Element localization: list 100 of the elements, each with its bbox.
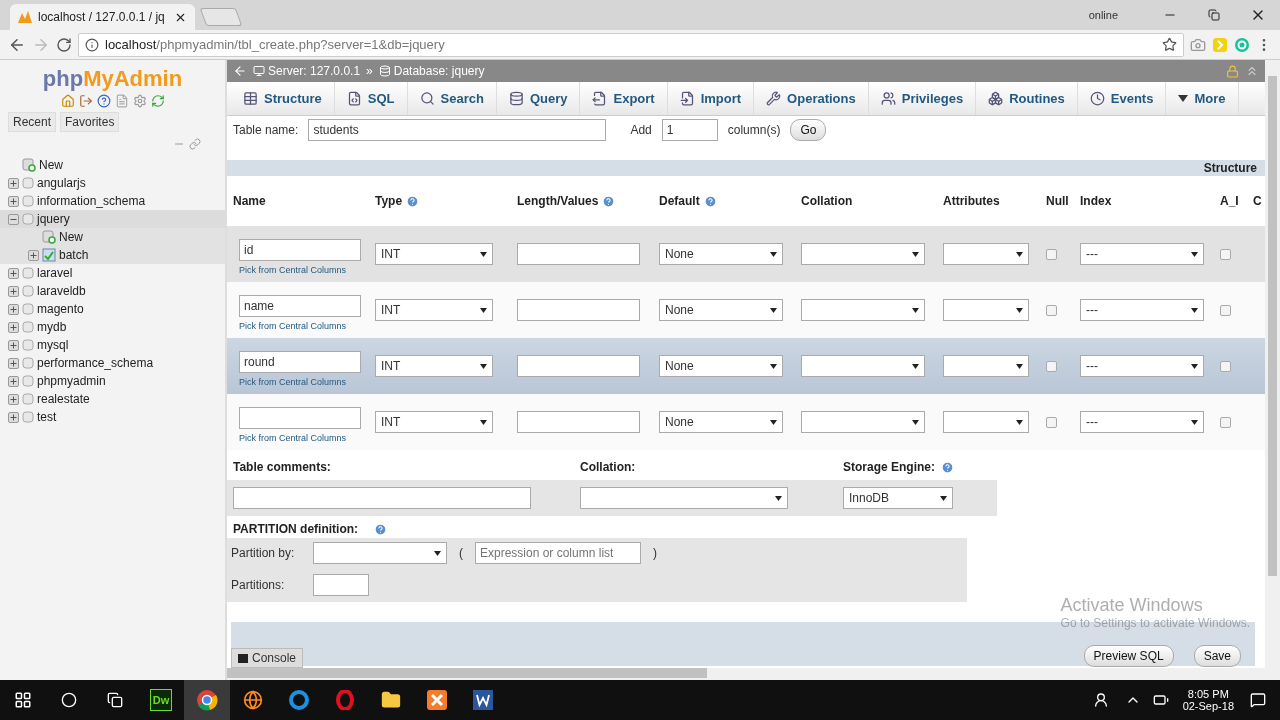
column-name-field[interactable]: id [239,239,361,261]
central-columns-link[interactable]: Pick from Central Columns [239,265,375,275]
clock-date[interactable]: 02-Sep-18 [1182,700,1234,712]
settings-icon[interactable] [132,94,147,108]
null-checkbox[interactable] [1046,416,1057,428]
partition-by-select[interactable] [313,542,447,564]
expand-icon[interactable] [8,339,19,351]
chrome-button[interactable] [184,680,230,720]
tree-item[interactable]: laravel [37,266,73,280]
sidebar-tab[interactable]: Favorites [60,112,120,132]
menu-tab[interactable]: Events [1077,82,1167,115]
table-comments-field[interactable] [233,487,531,509]
null-checkbox[interactable] [1046,304,1057,316]
collation-select[interactable] [801,411,925,433]
length-field[interactable] [517,299,640,321]
grammar-extension-icon[interactable] [1234,36,1250,53]
expand-icon[interactable] [28,249,39,261]
expand-icon[interactable] [8,321,19,333]
new-tab-button[interactable] [199,8,243,26]
home-icon[interactable] [60,94,75,108]
column-name-field[interactable]: name [239,295,361,317]
tree-item[interactable]: test [37,410,57,424]
tree-item[interactable]: laraveldb [37,284,86,298]
menu-tab[interactable]: Export [580,82,668,115]
attributes-select[interactable] [943,299,1029,321]
phpmyadmin-logo[interactable]: phpMyAdmin [0,66,225,92]
expand-icon[interactable] [8,303,19,315]
horizontal-scrollbar[interactable] [227,668,1280,680]
menu-tab[interactable]: Routines [976,82,1078,115]
expand-icon[interactable] [8,195,19,207]
tree-item[interactable]: realestate [37,392,90,406]
reload-icon[interactable] [56,36,72,53]
tree-item[interactable]: performance_schema [37,356,154,370]
scroll-top-icon[interactable] [1245,64,1259,78]
column-name-field[interactable]: round [239,351,361,373]
people-icon[interactable] [1092,692,1109,708]
collation-select[interactable] [801,355,925,377]
type-select[interactable]: INT [375,299,493,321]
collation-select[interactable] [801,243,925,265]
logout-icon[interactable] [78,94,93,108]
tree-item[interactable]: angularjs [37,176,86,190]
collapse-icon[interactable] [8,213,19,225]
tree-row[interactable]: New [0,156,225,174]
expand-icon[interactable] [8,375,19,387]
column-row[interactable]: round Pick from Central Columns INT None --- [227,338,1265,394]
tree-row[interactable]: phpmyadmin [0,372,225,390]
column-row[interactable]: name Pick from Central Columns INT None --- [227,282,1265,338]
expand-icon[interactable] [8,411,19,423]
default-select[interactable]: None [659,243,783,265]
clock-time[interactable]: 8:05 PM [1187,688,1229,700]
null-checkbox[interactable] [1046,360,1057,372]
link-icon[interactable] [189,138,201,150]
menu-tab[interactable]: Privileges [868,82,977,115]
go-button[interactable]: Go [790,119,827,141]
tree-item[interactable]: New [39,158,63,172]
tree-item[interactable]: batch [59,248,89,262]
expand-icon[interactable] [8,393,19,405]
console-tab[interactable]: Console [231,648,304,668]
save-button[interactable]: Save [1193,645,1241,667]
column-row[interactable]: Pick from Central Columns INT None --- [227,394,1265,450]
tree-item[interactable]: magento [37,302,84,316]
tree-row[interactable]: magento [0,300,225,318]
address-bar[interactable]: localhost/phpmyadmin/tbl_create.php?server=1&db=jquery [78,32,1184,57]
type-select[interactable]: INT [375,243,493,265]
tree-row[interactable]: test [0,408,225,426]
length-field[interactable] [517,243,640,265]
notifications-icon[interactable] [1250,692,1266,708]
table-collation-select[interactable] [580,487,788,509]
menu-tab[interactable]: Structure [231,82,335,115]
tree-row[interactable]: New [0,228,225,246]
central-columns-link[interactable]: Pick from Central Columns [239,433,375,443]
attributes-select[interactable] [943,355,1029,377]
bookmark-star-icon[interactable] [1162,37,1177,52]
tree-item[interactable]: New [59,230,83,244]
default-select[interactable]: None [659,355,783,377]
tree-item[interactable]: jquery [37,212,70,226]
database-link[interactable]: Database: jquery [378,64,485,78]
type-select[interactable]: INT [375,411,493,433]
central-columns-link[interactable]: Pick from Central Columns [239,377,375,387]
tree-row[interactable]: mydb [0,318,225,336]
length-field[interactable] [517,411,640,433]
auto-increment-checkbox[interactable] [1220,416,1231,428]
auto-increment-checkbox[interactable] [1220,360,1231,372]
camera-icon[interactable] [1190,36,1206,53]
type-select[interactable]: INT [375,355,493,377]
tree-item[interactable]: information_schema [37,194,146,208]
expression-field[interactable]: Expression or column list [475,542,641,564]
index-select[interactable]: --- [1080,355,1204,377]
menu-tab[interactable]: Import [667,82,755,115]
tree-row[interactable]: realestate [0,390,225,408]
expand-icon[interactable] [8,357,19,369]
vertical-scrollbar[interactable] [1265,60,1280,668]
collapse-sidebar-icon[interactable] [233,64,247,78]
default-select[interactable]: None [659,411,783,433]
tree-row[interactable]: laraveldb [0,282,225,300]
tree-item[interactable]: phpmyadmin [37,374,106,388]
tree-item[interactable]: mydb [37,320,67,334]
index-select[interactable]: --- [1080,299,1204,321]
tree-item[interactable]: mysql [37,338,69,352]
tree-row[interactable]: performance_schema [0,354,225,372]
